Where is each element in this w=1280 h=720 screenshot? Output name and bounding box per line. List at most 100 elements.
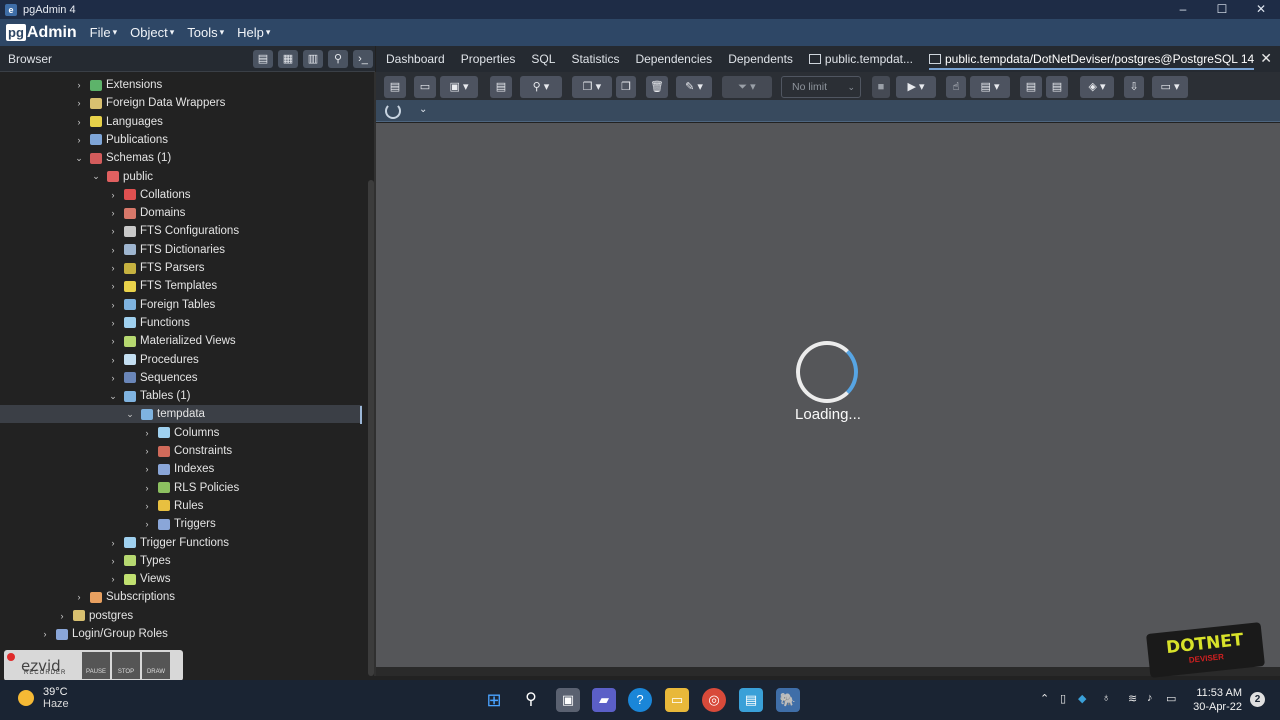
notification-count-badge[interactable]: 2 bbox=[1250, 692, 1265, 707]
weather-widget[interactable]: 39°C Haze bbox=[18, 686, 69, 710]
battery-icon[interactable]: ▭ bbox=[1166, 692, 1176, 705]
tab-dependents[interactable]: Dependents bbox=[728, 52, 793, 66]
tree-node[interactable]: › Views bbox=[0, 570, 362, 588]
defender-icon[interactable]: ◆ bbox=[1078, 692, 1086, 705]
chat-icon[interactable]: ▰ bbox=[592, 688, 616, 712]
chevron-right-icon[interactable]: › bbox=[40, 629, 50, 639]
tab-properties[interactable]: Properties bbox=[461, 52, 516, 66]
chevron-down-icon[interactable]: ⌄ bbox=[74, 153, 84, 164]
stop-button[interactable]: STOP bbox=[112, 652, 140, 679]
chevron-right-icon[interactable]: › bbox=[142, 483, 152, 493]
menu-object[interactable]: Object ▾ bbox=[130, 25, 174, 40]
copy-icon[interactable]: ❐ ▾ bbox=[572, 76, 612, 98]
chevron-up-icon[interactable]: ⌃ bbox=[1040, 692, 1049, 705]
explain-icon[interactable]: ☝ bbox=[946, 76, 966, 98]
explain-analyze-icon[interactable]: ▤ ▾ bbox=[970, 76, 1010, 98]
chevron-right-icon[interactable]: › bbox=[108, 336, 118, 346]
chrome-icon[interactable]: ◎ bbox=[702, 688, 726, 712]
save-data-icon[interactable]: ▤ bbox=[490, 76, 512, 98]
search-icon[interactable]: ⚲ bbox=[328, 50, 348, 68]
chevron-down-icon[interactable]: ⌄ bbox=[91, 171, 101, 182]
edit-icon[interactable]: ✎ ▾ bbox=[676, 76, 712, 98]
chevron-right-icon[interactable]: › bbox=[108, 355, 118, 365]
tree-node[interactable]: › Sequences bbox=[0, 369, 362, 387]
tree-node[interactable]: › Materialized Views bbox=[0, 332, 362, 350]
tree-node[interactable]: › postgres bbox=[0, 607, 362, 625]
find-icon[interactable]: ⚲ ▾ bbox=[520, 76, 562, 98]
chevron-down-icon[interactable]: ⌄ bbox=[419, 104, 427, 115]
filter-icon[interactable]: ⏷ ▾ bbox=[722, 76, 772, 98]
chevron-right-icon[interactable]: › bbox=[108, 556, 118, 566]
horizontal-scrollbar[interactable] bbox=[376, 667, 1280, 676]
draw-button[interactable]: DRAW bbox=[142, 652, 170, 679]
tree-node[interactable]: › FTS Parsers bbox=[0, 259, 362, 277]
tree-node[interactable]: › Triggers bbox=[0, 515, 362, 533]
tree-node[interactable]: ⌄ Schemas (1) bbox=[0, 149, 362, 167]
tree-node[interactable]: › Publications bbox=[0, 131, 362, 149]
filter-rows-icon[interactable]: ▥ bbox=[303, 50, 323, 68]
chevron-right-icon[interactable]: › bbox=[108, 574, 118, 584]
macros-icon[interactable]: ▭ ▾ bbox=[1152, 76, 1188, 98]
chevron-right-icon[interactable]: › bbox=[74, 117, 84, 127]
usb-icon[interactable]: ▯ bbox=[1060, 692, 1066, 705]
tree-node[interactable]: ⌄ tempdata bbox=[0, 405, 362, 424]
open-file-icon[interactable]: ▭ bbox=[414, 76, 436, 98]
search-icon[interactable]: ⚲ bbox=[519, 688, 543, 712]
chevron-right-icon[interactable]: › bbox=[108, 190, 118, 200]
chevron-right-icon[interactable]: › bbox=[74, 592, 84, 602]
chevron-right-icon[interactable]: › bbox=[142, 428, 152, 438]
chevron-right-icon[interactable]: › bbox=[142, 501, 152, 511]
tab-sql[interactable]: SQL bbox=[531, 52, 555, 66]
notepad-icon[interactable]: ▤ bbox=[739, 688, 763, 712]
tree-node[interactable]: › FTS Templates bbox=[0, 277, 362, 295]
tab-tempdata-short[interactable]: public.tempdat... bbox=[808, 52, 913, 66]
wifi-icon[interactable]: ≋ bbox=[1128, 692, 1137, 705]
download-icon[interactable]: ⇩ bbox=[1124, 76, 1144, 98]
tree-node[interactable]: › Foreign Tables bbox=[0, 296, 362, 314]
menu-file[interactable]: File ▾ bbox=[90, 25, 117, 40]
menu-help[interactable]: Help ▾ bbox=[237, 25, 270, 40]
tree-node[interactable]: › Indexes bbox=[0, 460, 362, 478]
pause-button[interactable]: PAUSE bbox=[82, 652, 110, 679]
chevron-right-icon[interactable]: › bbox=[142, 519, 152, 529]
taskbar-clock[interactable]: 11:53 AM 30-Apr-22 bbox=[1190, 686, 1242, 714]
stop-icon[interactable]: ■ bbox=[872, 76, 890, 98]
psql-tool-icon[interactable]: ›_ bbox=[353, 50, 373, 68]
tree-node[interactable]: › FTS Configurations bbox=[0, 222, 362, 240]
save-file-icon[interactable]: ▣ ▾ bbox=[440, 76, 478, 98]
tree-node[interactable]: › Types bbox=[0, 552, 362, 570]
tree-node[interactable]: › Procedures bbox=[0, 351, 362, 369]
tree-node[interactable]: ⌄ Tables (1) bbox=[0, 387, 362, 405]
maximize-button[interactable]: ☐ bbox=[1203, 0, 1241, 19]
tree-node[interactable]: › Extensions bbox=[0, 76, 362, 94]
chevron-right-icon[interactable]: › bbox=[108, 245, 118, 255]
chevron-right-icon[interactable]: › bbox=[142, 446, 152, 456]
tree-node[interactable]: › Constraints bbox=[0, 442, 362, 460]
chevron-right-icon[interactable]: › bbox=[108, 281, 118, 291]
file-explorer-icon[interactable]: ▭ bbox=[665, 688, 689, 712]
chevron-right-icon[interactable]: › bbox=[108, 318, 118, 328]
clear-icon[interactable]: ◈ ▾ bbox=[1080, 76, 1114, 98]
tree-node[interactable]: › FTS Dictionaries bbox=[0, 241, 362, 259]
chevron-right-icon[interactable]: › bbox=[108, 300, 118, 310]
tree-node[interactable]: › Login/Group Roles bbox=[0, 625, 362, 643]
tab-dashboard[interactable]: Dashboard bbox=[386, 52, 445, 66]
chevron-right-icon[interactable]: › bbox=[108, 208, 118, 218]
minimize-button[interactable]: – bbox=[1164, 0, 1202, 19]
close-tab-icon[interactable]: ✕ bbox=[1260, 50, 1272, 67]
tree-node[interactable]: › Rules bbox=[0, 497, 362, 515]
chevron-down-icon[interactable]: ⌄ bbox=[125, 409, 135, 420]
tree-node[interactable]: › Subscriptions bbox=[0, 588, 362, 606]
chevron-right-icon[interactable]: › bbox=[74, 98, 84, 108]
tree-node[interactable]: › Trigger Functions bbox=[0, 534, 362, 552]
pgadmin-taskbar-icon[interactable]: 🐘 bbox=[776, 688, 800, 712]
chevron-right-icon[interactable]: › bbox=[74, 135, 84, 145]
tree-node[interactable]: › RLS Policies bbox=[0, 479, 362, 497]
row-limit-select[interactable]: No limit ⌄ bbox=[781, 76, 861, 98]
chevron-right-icon[interactable]: › bbox=[108, 373, 118, 383]
chevron-right-icon[interactable]: › bbox=[142, 464, 152, 474]
tab-statistics[interactable]: Statistics bbox=[571, 52, 619, 66]
tree-node[interactable]: › Collations bbox=[0, 186, 362, 204]
menu-tools[interactable]: Tools ▾ bbox=[187, 25, 224, 40]
chevron-right-icon[interactable]: › bbox=[74, 80, 84, 90]
